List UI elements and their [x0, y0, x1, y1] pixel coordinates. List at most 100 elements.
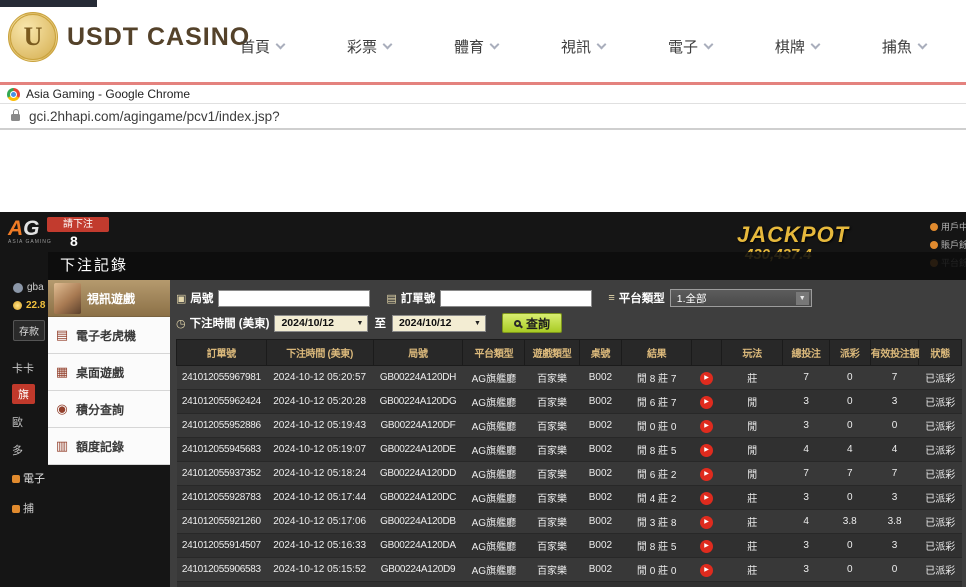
payout: 0: [829, 558, 870, 582]
total-bet: 3: [783, 414, 829, 438]
table-row: 2410120559212602024-10-12 05:17:06GB0022…: [177, 510, 962, 534]
result: 閒 0 莊 0: [622, 414, 692, 438]
play-button[interactable]: ▶: [700, 396, 713, 409]
valid-bet: 0: [870, 558, 919, 582]
chevron-down-icon: ▼: [474, 320, 481, 327]
valid-bet: 2.85: [870, 582, 919, 587]
menu-item-label: 電子老虎機: [76, 327, 136, 344]
bet-time-icon: ◷: [176, 317, 186, 330]
order-number-input[interactable]: [440, 290, 592, 307]
balance[interactable]: 22.8: [13, 300, 45, 311]
play-button[interactable]: ▶: [700, 564, 713, 577]
lobby-tab-flagship[interactable]: 旗: [12, 384, 35, 404]
date-to-picker[interactable]: 2024/10/12 ▼: [392, 315, 486, 332]
play-button[interactable]: ▶: [700, 444, 713, 457]
nav-label: 體育: [454, 36, 484, 57]
site-logo[interactable]: U USDT CASINO: [8, 12, 250, 62]
total-bet: 3: [783, 558, 829, 582]
lobby-tab-fishing[interactable]: 捕: [12, 500, 34, 516]
menu-item-label: 視訊遊戲: [87, 290, 135, 307]
filter-row-1: ▣ 局號 ▤ 訂單號 ≡ 平台類型 1.全部 ▼: [176, 289, 962, 307]
chrome-title-bar[interactable]: Asia Gaming - Google Chrome: [0, 85, 966, 104]
bet-prompt-banner: 請下注: [47, 217, 109, 232]
user-center-link[interactable]: 用戶中心: [930, 220, 966, 233]
platform-type: AG旗艦廳: [463, 582, 525, 587]
status-badge: 已派彩: [919, 582, 962, 587]
menu-item-label: 額度記錄: [76, 438, 124, 455]
table-number: B002: [579, 438, 621, 462]
nav-item[interactable]: 視訊: [561, 36, 605, 57]
slot-machine-icon: ▤: [54, 327, 70, 343]
table-row: 2410120559065832024-10-12 05:15:52GB0022…: [177, 558, 962, 582]
menu-item[interactable]: ▤ 電子老虎機: [48, 317, 170, 354]
chevron-down-icon: ▼: [357, 320, 364, 327]
bet-time: 2024-10-12 05:16:33: [266, 534, 373, 558]
lobby-tab-europe[interactable]: 歐: [12, 414, 23, 430]
credit-record-icon: ▥: [54, 438, 70, 454]
total-bet: 4: [783, 510, 829, 534]
lobby-tab-multi[interactable]: 多: [12, 442, 23, 458]
replay-cell: ▶: [692, 390, 722, 414]
menu-item[interactable]: 視訊遊戲: [48, 280, 170, 317]
search-button[interactable]: 查詢: [502, 313, 562, 333]
replay-cell: ▶: [692, 414, 722, 438]
payout: 0: [829, 534, 870, 558]
date-from-picker[interactable]: 2024/10/12 ▼: [274, 315, 368, 332]
url-text: gci.2hhapi.com/agingame/pcv1/index.jsp?: [29, 109, 280, 124]
nav-item[interactable]: 捕魚: [882, 36, 926, 57]
platform-type-select[interactable]: 1.全部 ▼: [670, 289, 812, 307]
play-button[interactable]: ▶: [700, 372, 713, 385]
video-game-icon: [54, 283, 81, 314]
play-type: 莊: [722, 534, 783, 558]
bet-time: 2024-10-12 05:17:44: [266, 486, 373, 510]
payout: 7: [829, 462, 870, 486]
bet-time: 2024-10-12 05:20:57: [266, 366, 373, 390]
menu-item[interactable]: ◉積分查詢: [48, 391, 170, 428]
table-number: B002: [579, 486, 621, 510]
bet-table-body: 2410120559679812024-10-12 05:20:57GB0022…: [177, 366, 962, 587]
nav-item[interactable]: 首頁: [240, 36, 284, 57]
play-button[interactable]: ▶: [700, 516, 713, 529]
round-number: GB00224A120D8: [373, 582, 463, 587]
payout: 2.85: [829, 582, 870, 587]
total-bet: 3: [783, 390, 829, 414]
menu-item[interactable]: ▥ 額度記錄: [48, 428, 170, 465]
site-header: U USDT CASINO 首頁 彩票 體育 視訊 電子 棋牌 捕魚: [0, 0, 966, 82]
status-badge: 已派彩: [919, 366, 962, 390]
account-balance-link[interactable]: 賬戶餘額: [930, 238, 966, 251]
nav-label: 捕魚: [882, 36, 912, 57]
date-from-value: 2024/10/12: [281, 317, 334, 329]
platform-type: AG旗艦廳: [463, 510, 525, 534]
game-page: AG ASIA GAMING 請下注 8 JACKPOT 430,437.4 g…: [0, 212, 966, 587]
platform-type-label: 平台類型: [619, 290, 665, 306]
table-number: B002: [579, 582, 621, 587]
deposit-button[interactable]: 存款: [13, 320, 45, 341]
play-button[interactable]: ▶: [700, 492, 713, 505]
result: 閒 0 莊 0: [622, 558, 692, 582]
lobby-tab-electronic[interactable]: 電子: [12, 470, 45, 486]
menu-item[interactable]: ▦桌面遊戲: [48, 354, 170, 391]
total-bet: 3: [783, 582, 829, 587]
chrome-url-bar[interactable]: gci.2hhapi.com/agingame/pcv1/index.jsp?: [0, 104, 966, 130]
user-info[interactable]: gba: [13, 282, 44, 293]
play-button[interactable]: ▶: [700, 540, 713, 553]
lobby-tab-kaka[interactable]: 卡卡: [12, 360, 34, 376]
bet-records-modal: 下注記錄 視訊遊戲▤電子老虎機▦桌面遊戲◉積分查詢▥額度記錄 ▣ 局號 ▤ 訂單…: [48, 252, 966, 587]
nav-item[interactable]: 棋牌: [775, 36, 819, 57]
nav-item[interactable]: 彩票: [347, 36, 391, 57]
column-header: 遊戲類型: [525, 340, 579, 366]
round-number: GB00224A120DA: [373, 534, 463, 558]
nav-item[interactable]: 體育: [454, 36, 498, 57]
balance-value: 22.8: [26, 300, 45, 311]
result: 閒 8 莊 5: [622, 438, 692, 462]
result: 閒 8 莊 7: [622, 366, 692, 390]
menu-item-label: 桌面遊戲: [76, 364, 124, 381]
search-icon: [514, 320, 521, 327]
chevron-down-icon: [597, 40, 607, 50]
round-number-input[interactable]: [218, 290, 370, 307]
replay-cell: ▶: [692, 462, 722, 486]
nav-label: 首頁: [240, 36, 270, 57]
nav-item[interactable]: 電子: [668, 36, 712, 57]
play-button[interactable]: ▶: [700, 420, 713, 433]
play-button[interactable]: ▶: [700, 468, 713, 481]
